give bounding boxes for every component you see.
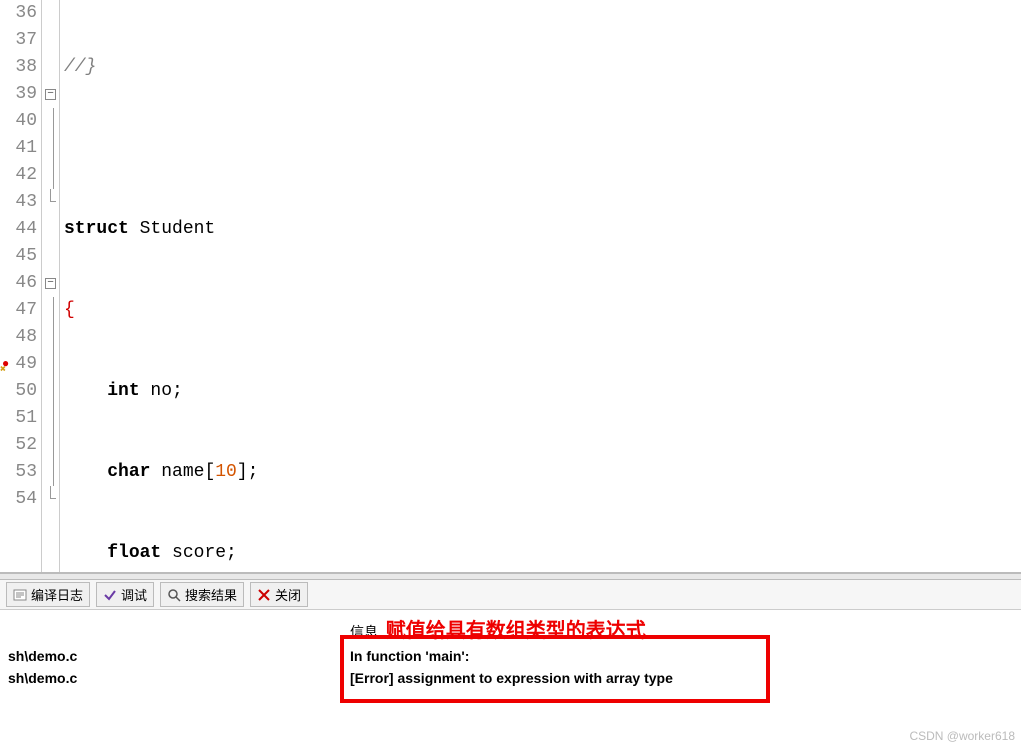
code-text: float	[107, 543, 161, 563]
code-text: //}	[64, 57, 96, 77]
line-number: 52	[0, 432, 37, 459]
line-number: 40	[0, 108, 37, 135]
panel-divider[interactable]	[0, 572, 1021, 580]
result-path: sh\demo.c	[0, 670, 350, 686]
tab-debug[interactable]: 调试	[96, 582, 154, 607]
tab-search-results[interactable]: 搜索结果	[160, 582, 244, 607]
line-number: 53	[0, 459, 37, 486]
watermark: CSDN @worker618	[909, 729, 1015, 743]
code-text: no;	[140, 381, 183, 401]
code-text: name[	[150, 462, 215, 482]
code-text: struct	[64, 219, 129, 239]
line-number: 45	[0, 243, 37, 270]
bottom-panel: 编译日志 调试 搜索结果 关闭 信息 赋值给具有数组类型的表达式 sh\demo…	[0, 580, 1021, 745]
fold-column: − −	[42, 0, 60, 572]
tab-label: 编译日志	[31, 585, 83, 604]
result-path: sh\demo.c	[0, 648, 350, 664]
code-text: int	[107, 381, 139, 401]
code-text: {	[64, 300, 75, 320]
line-number: 43	[0, 189, 37, 216]
result-message: In function 'main':	[350, 648, 1021, 664]
search-icon	[167, 588, 181, 602]
line-number-error: 49	[0, 351, 37, 378]
tab-label: 关闭	[275, 585, 301, 604]
results-row[interactable]: sh\demo.c [Error] assignment to expressi…	[0, 667, 1021, 689]
tab-label: 调试	[121, 585, 147, 604]
line-number: 44	[0, 216, 37, 243]
line-number: 37	[0, 27, 37, 54]
line-number: 54	[0, 486, 37, 513]
line-number: 41	[0, 135, 37, 162]
code-text: Student	[129, 219, 215, 239]
line-number: 36	[0, 0, 37, 27]
line-number: 51	[0, 405, 37, 432]
bottom-tabbar: 编译日志 调试 搜索结果 关闭	[0, 580, 1021, 610]
code-text: ];	[237, 462, 259, 482]
log-icon	[13, 588, 27, 602]
result-message: [Error] assignment to expression with ar…	[350, 670, 1021, 686]
results-header: 信息 赋值给具有数组类型的表达式	[0, 610, 1021, 645]
close-icon	[257, 588, 271, 602]
code-text: char	[107, 462, 150, 482]
code-content[interactable]: //} struct Student { int no; char name[1…	[60, 0, 1021, 572]
fold-toggle-icon[interactable]: −	[42, 81, 59, 108]
check-icon	[103, 588, 117, 602]
tab-compile-log[interactable]: 编译日志	[6, 582, 90, 607]
annotation-text: 赋值给具有数组类型的表达式	[386, 620, 646, 642]
results-row[interactable]: sh\demo.c In function 'main':	[0, 645, 1021, 667]
line-number: 38	[0, 54, 37, 81]
code-text	[60, 135, 1021, 162]
line-number: 39	[0, 81, 37, 108]
code-text: 10	[215, 462, 237, 482]
line-number: 46	[0, 270, 37, 297]
line-number: 48	[0, 324, 37, 351]
column-header-info: 信息	[350, 624, 378, 640]
line-gutter: 36 37 38 39 40 41 42 43 44 45 46 47 48 4…	[0, 0, 42, 572]
line-number: 47	[0, 297, 37, 324]
tab-close[interactable]: 关闭	[250, 582, 308, 607]
fold-toggle-icon[interactable]: −	[42, 270, 59, 297]
tab-label: 搜索结果	[185, 585, 237, 604]
line-number: 42	[0, 162, 37, 189]
code-editor[interactable]: 36 37 38 39 40 41 42 43 44 45 46 47 48 4…	[0, 0, 1021, 572]
code-text: score;	[161, 543, 237, 563]
